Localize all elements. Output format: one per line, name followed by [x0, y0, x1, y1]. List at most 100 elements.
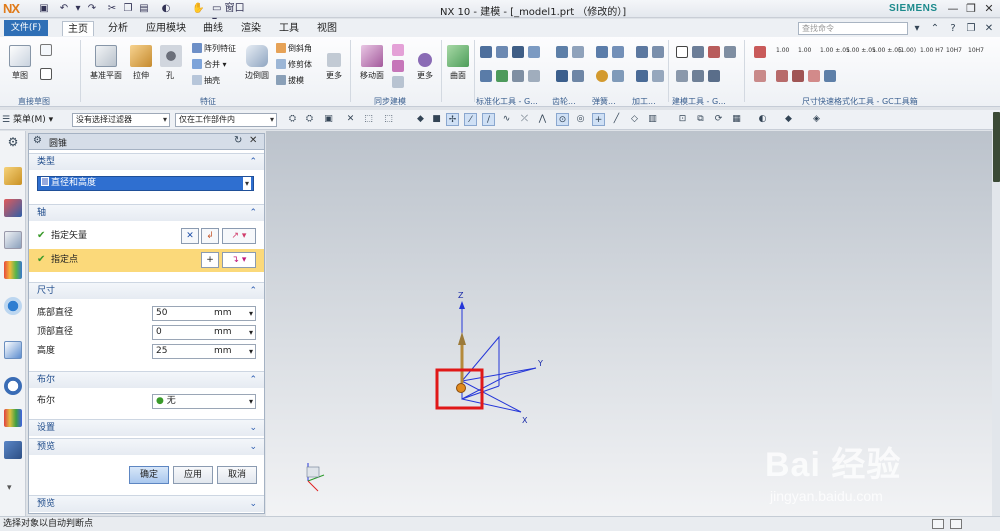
dim-format-8[interactable]: 10H7 [946, 45, 962, 57]
trim-body-button[interactable]: 修剪体 [276, 59, 312, 71]
origin-point-handle[interactable] [456, 383, 466, 393]
undo-icon[interactable]: ↶ [58, 3, 70, 15]
status-fullscreen-icon[interactable] [950, 519, 962, 529]
apply-button[interactable]: 应用 [173, 466, 213, 484]
deselect-icon[interactable]: ✕ [344, 113, 357, 126]
restore-icon[interactable]: ❐ [964, 2, 978, 16]
vector-type-dropdown[interactable]: ↗ ▾ [222, 228, 256, 244]
chamfer-button[interactable]: 倒斜角 [276, 43, 312, 55]
dim-format-9[interactable]: 10H7 [968, 45, 984, 57]
snap-existing-point-icon[interactable]: + [592, 113, 605, 126]
top-diameter-input[interactable]: 0 mm ▾ [152, 325, 256, 340]
status-toggle-icon[interactable] [932, 519, 944, 529]
redo-icon[interactable]: ↷ [86, 3, 98, 15]
point-type-dropdown[interactable]: ↴ ▾ [222, 252, 256, 268]
snap-endpoint-icon[interactable]: ⁄ [464, 113, 477, 126]
feature-more-button[interactable]: 更多 [323, 45, 345, 81]
modeling-tool-7-icon[interactable] [708, 70, 720, 82]
select-rect-icon[interactable]: ⬚ [362, 113, 375, 126]
move-face-button[interactable]: 移动面 [358, 45, 386, 81]
modeling-tool-2-icon[interactable] [692, 46, 704, 58]
tab-home[interactable]: 主页 [62, 21, 94, 36]
spring-tool-1-icon[interactable] [596, 46, 608, 58]
snap-midpoint-icon[interactable]: / [482, 113, 495, 126]
spring-tool-2-icon[interactable] [612, 46, 624, 58]
std-tool-3-icon[interactable] [512, 46, 524, 58]
view-rotate-icon[interactable]: ⟳ [712, 113, 725, 126]
std-tool-1-icon[interactable] [480, 46, 492, 58]
dim-tool-3-icon[interactable] [776, 70, 788, 82]
shell-button[interactable]: 抽壳 [192, 75, 220, 87]
unite-button[interactable]: 合并 ▾ [192, 59, 227, 71]
surface-button[interactable]: 曲面 [446, 45, 470, 81]
dialog-gear-icon[interactable]: ⚙ [33, 135, 42, 146]
snap-control-icon[interactable]: ∿ [500, 113, 513, 126]
paste-icon[interactable]: ▤ [138, 3, 150, 15]
sync-tool-2-icon[interactable] [392, 60, 404, 72]
machining-tool-2-icon[interactable] [652, 46, 664, 58]
point-dialog-icon[interactable]: + [201, 252, 219, 268]
snap-point-on-curve-icon[interactable]: ╱ [610, 113, 623, 126]
unit-dropdown-icon[interactable]: ▾ [249, 307, 253, 320]
history-icon[interactable] [4, 341, 22, 359]
ribbon-collapse-icon[interactable]: ⌃ [928, 22, 942, 36]
modeling-tool-3-icon[interactable] [708, 46, 720, 58]
window-menu[interactable]: ▭ 窗口 ▾ [212, 3, 252, 26]
render-style-icon[interactable]: ◐ [756, 113, 769, 126]
modeling-tool-6-icon[interactable] [692, 70, 704, 82]
boolean-select[interactable]: ● 无 ▾ [152, 394, 256, 409]
std-tool-5-icon[interactable] [480, 70, 492, 82]
view-zoom-icon[interactable]: ⧉ [694, 113, 707, 126]
restore-doc-icon[interactable]: ❐ [964, 22, 978, 36]
constraint-navigator-icon[interactable] [4, 199, 22, 217]
dim-tool-4-icon[interactable] [792, 70, 804, 82]
view-fit-icon[interactable]: ⊡ [676, 113, 689, 126]
modeling-tool-5-icon[interactable] [676, 70, 688, 82]
sketch-button[interactable]: 草图 [8, 45, 32, 81]
gear-tool-4-icon[interactable] [572, 70, 584, 82]
unit-dropdown-icon[interactable]: ▾ [249, 326, 253, 339]
snap-enable-icon[interactable]: ✢ [446, 113, 459, 126]
datum-plane-button[interactable]: 基准平面 [88, 45, 124, 81]
dim-format-7[interactable]: 1.00 H7 [920, 45, 944, 57]
dim-tool-6-icon[interactable] [824, 70, 836, 82]
tab-analysis[interactable]: 分析 [108, 21, 128, 36]
std-tool-6-icon[interactable] [496, 70, 508, 82]
type-filter-select[interactable]: 没有选择过滤器 [72, 113, 170, 127]
dim-tool-5-icon[interactable] [808, 70, 820, 82]
dialog-close-icon[interactable]: ✕ [249, 135, 257, 146]
reverse-direction-icon[interactable]: ↲ [201, 228, 219, 244]
select-all-icon[interactable]: ▣ [322, 113, 335, 126]
snap-quadrant-icon[interactable]: ◎ [574, 113, 587, 126]
sync-tool-3-icon[interactable] [392, 76, 404, 88]
rectangle-icon[interactable] [40, 68, 52, 80]
search-options-icon[interactable]: ▾ [910, 22, 924, 36]
std-tool-4-icon[interactable] [528, 46, 540, 58]
gear-tool-2-icon[interactable] [572, 46, 584, 58]
command-search-input[interactable]: 查找命令 [798, 22, 908, 35]
snap-intersection-icon[interactable]: ⤫ [518, 113, 531, 126]
section-preview[interactable]: 预览 ⌄ [29, 438, 264, 455]
system-materials-icon[interactable] [4, 409, 22, 427]
clock-icon[interactable] [4, 377, 22, 395]
snap-point-on-face-icon[interactable]: ◇ [628, 113, 641, 126]
filter-tool-1-icon[interactable]: ⛭ [286, 113, 299, 126]
copy-icon[interactable]: ❐ [122, 3, 134, 15]
gear-tool-3-icon[interactable] [556, 70, 568, 82]
tab-render[interactable]: 渲染 [241, 21, 261, 36]
reset-icon[interactable]: ↻ [234, 135, 242, 146]
vector-dialog-icon[interactable]: ✕ [181, 228, 199, 244]
cancel-button[interactable]: 取消 [217, 466, 257, 484]
triangle-tool-icon[interactable] [676, 46, 688, 58]
height-input[interactable]: 25 mm ▾ [152, 344, 256, 359]
select-lasso-icon[interactable]: ⬚ [382, 113, 395, 126]
layer-icon[interactable]: ◈ [810, 113, 823, 126]
machining-tool-3-icon[interactable] [636, 70, 648, 82]
snap-center-icon[interactable]: ⊙ [556, 113, 569, 126]
section-settings[interactable]: 设置 ⌄ [29, 419, 264, 436]
touch-mode-icon[interactable]: ✋ [192, 3, 204, 15]
side-dock-handle[interactable] [993, 112, 1000, 182]
cut-icon[interactable]: ✂ [106, 3, 118, 15]
tab-tools[interactable]: 工具 [279, 21, 299, 36]
dim-tool-2-icon[interactable] [754, 70, 766, 82]
